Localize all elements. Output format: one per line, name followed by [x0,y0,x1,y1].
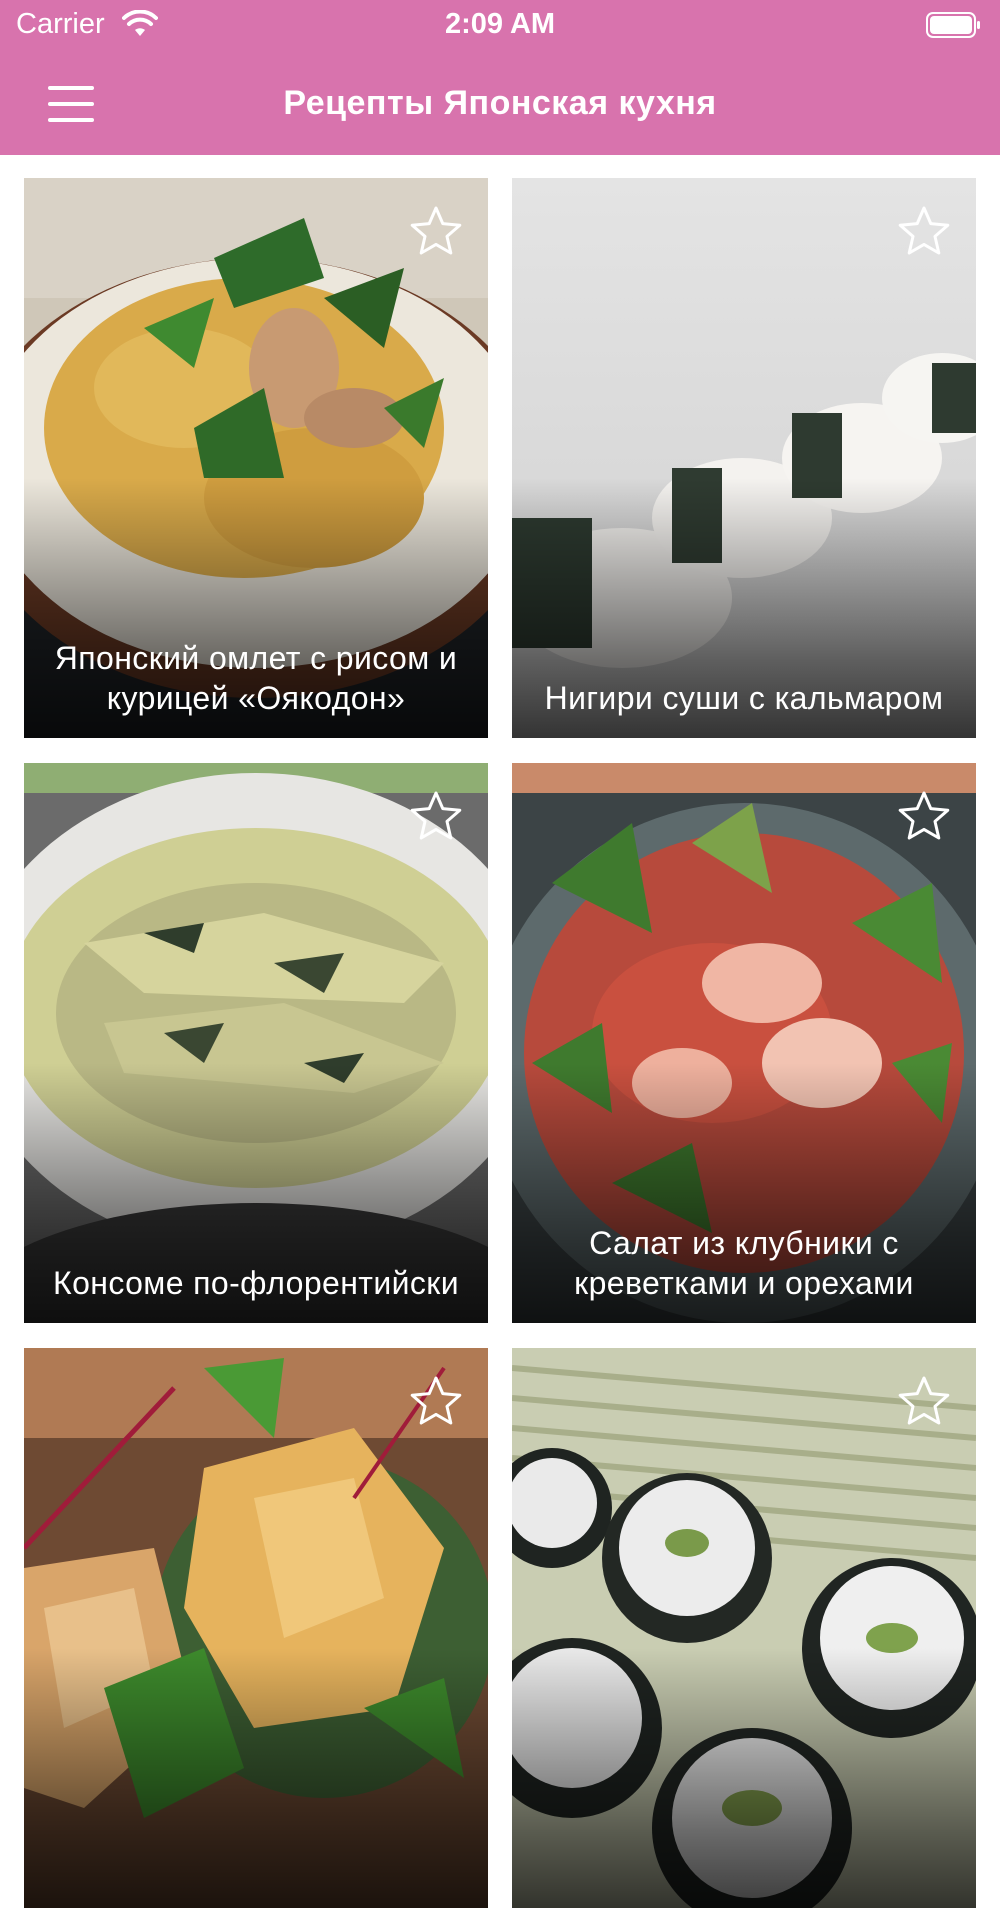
recipe-card[interactable] [512,1348,976,1908]
recipe-title: Нигири суши с кальмаром [544,680,944,716]
favorite-star-icon[interactable] [408,1374,464,1430]
app-header: Carrier 2:09 AM Рецепты Японская кухня [0,0,1000,155]
recipe-card[interactable]: Японский омлет с рисом и курицей «Оякодо… [24,178,488,738]
recipe-card[interactable]: Нигири суши с кальмаром [512,178,976,738]
favorite-star-icon[interactable] [408,204,464,260]
recipe-title: Японский омлет с рисом и курицей «Оякодо… [54,640,458,716]
favorite-star-icon[interactable] [896,204,952,260]
page-title: Рецепты Японская кухня [283,84,717,122]
clock: 2:09 AM [444,8,556,40]
battery-icon [926,12,980,38]
recipe-title: Салат из клубники с креветками и орехами [574,1225,914,1301]
favorite-star-icon[interactable] [408,789,464,845]
status-bar: Carrier 2:09 AM [0,0,1000,50]
favorite-star-icon[interactable] [896,789,952,845]
recipe-card[interactable] [24,1348,488,1908]
favorite-star-icon[interactable] [896,1374,952,1430]
navigation-bar: Рецепты Японская кухня [0,60,1000,150]
recipe-card[interactable]: Салат из клубники с креветками и орехами [512,763,976,1323]
recipe-title: Консоме по-флорентийски [53,1265,459,1301]
recipe-card[interactable]: Консоме по-флорентийски [24,763,488,1323]
